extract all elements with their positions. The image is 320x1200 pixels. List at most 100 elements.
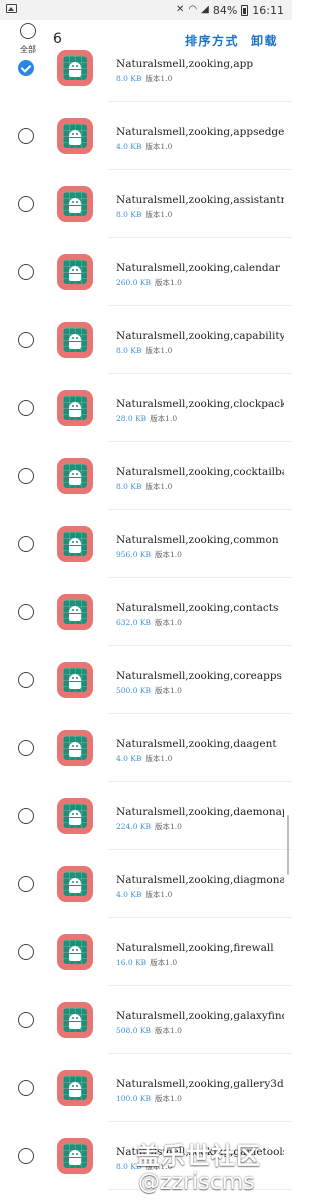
app-version: 版本1.0 — [154, 686, 182, 695]
checkbox[interactable] — [18, 808, 34, 824]
checkbox[interactable] — [18, 128, 34, 144]
app-name: Naturalsmell,zooking,cocktailbar... — [116, 466, 284, 478]
android-app-icon — [57, 866, 93, 902]
app-name: Naturalsmell,zooking,app — [116, 58, 254, 70]
app-version: 版本1.0 — [145, 142, 173, 151]
checkbox[interactable] — [18, 740, 34, 756]
checkbox[interactable] — [18, 944, 34, 960]
app-name: Naturalsmell,zooking,galaxyfinder — [116, 1010, 284, 1022]
app-meta: 8.0 KB 版本1.0 — [116, 73, 172, 84]
app-list-item[interactable]: Naturalsmell,zooking,capabilitym... 8.0 K… — [0, 306, 292, 374]
app-size: 260.0 KB — [116, 278, 151, 287]
app-list-item[interactable]: Naturalsmell,zooking,coreapps 500.0 KB 版本1… — [0, 646, 292, 714]
status-bar: ✕ ◠ ◢ 84% 16:11 — [0, 0, 292, 20]
app-list-item[interactable]: Naturalsmell,zooking,appsedge 4.0 KB 版本1.0 — [0, 102, 292, 170]
app-name: Naturalsmell,zooking,assistantme... — [116, 194, 284, 206]
mute-icon: ✕ — [176, 4, 185, 15]
app-version: 版本1.0 — [154, 550, 182, 559]
app-meta: 500.0 KB 版本1.0 — [116, 685, 182, 696]
android-app-icon — [57, 1070, 93, 1106]
app-version: 版本1.0 — [154, 618, 182, 627]
app-version: 版本1.0 — [145, 210, 173, 219]
app-size: 8.0 KB — [116, 210, 142, 219]
app-list-item[interactable]: Naturalsmell,zooking,common 956.0 KB 版本1.0 — [0, 510, 292, 578]
checkbox[interactable] — [18, 604, 34, 620]
app-meta: 8.0 KB 版本1.0 — [116, 345, 172, 356]
checkbox[interactable] — [18, 332, 34, 348]
android-app-icon — [57, 118, 93, 154]
app-version: 版本1.0 — [145, 754, 173, 763]
checkbox[interactable] — [18, 264, 34, 280]
app-size: 224.0 KB — [116, 822, 151, 831]
app-list-item[interactable]: Naturalsmell,zooking,app 8.0 KB 版本1.0 — [0, 34, 292, 102]
app-list-item[interactable]: Naturalsmell,zooking,calendar 260.0 KB 版本1… — [0, 238, 292, 306]
checkbox[interactable] — [18, 536, 34, 552]
app-name: Naturalsmell,zooking,gallery3d — [116, 1078, 284, 1090]
app-list-item[interactable]: Naturalsmell,zooking,cocktailbar... 8.0 K… — [0, 442, 292, 510]
android-app-icon — [57, 458, 93, 494]
app-name: Naturalsmell,zooking,contacts — [116, 602, 279, 614]
app-size: 4.0 KB — [116, 754, 142, 763]
app-size: 8.0 KB — [116, 482, 142, 491]
app-name: Naturalsmell,zooking,daagent — [116, 738, 277, 750]
app-size: 16.0 KB — [116, 958, 147, 967]
android-app-icon — [57, 50, 93, 86]
app-meta: 508.0 KB 版本1.0 — [116, 1025, 182, 1036]
status-bar-right: ✕ ◠ ◢ 84% 16:11 — [176, 2, 284, 18]
app-version: 版本1.0 — [154, 278, 182, 287]
android-app-icon — [57, 526, 93, 562]
app-list-item[interactable]: Naturalsmell,zooking,gallery3d 100.0 KB 版本… — [0, 1054, 292, 1122]
checkbox[interactable] — [18, 1080, 34, 1096]
app-list-item[interactable]: Naturalsmell,zooking,daemonapp 224.0 KB 版本… — [0, 782, 292, 850]
app-meta: 260.0 KB 版本1.0 — [116, 277, 182, 288]
app-list-item[interactable]: Naturalsmell,zooking,assistantme... 8.0 K… — [0, 170, 292, 238]
android-app-icon — [57, 1002, 93, 1038]
app-size: 4.0 KB — [116, 890, 142, 899]
app-size: 632.0 KB — [116, 618, 151, 627]
app-name: Naturalsmell,zooking,common — [116, 534, 279, 546]
app-size: 4.0 KB — [116, 142, 142, 151]
checkbox[interactable] — [18, 672, 34, 688]
checkbox[interactable] — [18, 400, 34, 416]
checkbox[interactable] — [18, 1148, 34, 1164]
app-list-item[interactable]: Naturalsmell,zooking,contacts 632.0 KB 版本1… — [0, 578, 292, 646]
checkbox-checked[interactable] — [18, 60, 34, 76]
app-size: 8.0 KB — [116, 74, 142, 83]
app-name: Naturalsmell,zooking,clockpackage — [116, 398, 284, 410]
app-list-item[interactable]: Naturalsmell,zooking,galaxyfinder 508.0 K… — [0, 986, 292, 1054]
app-version: 版本1.0 — [145, 346, 173, 355]
app-version: 版本1.0 — [154, 1094, 182, 1103]
android-app-icon — [57, 934, 93, 970]
app-list-item[interactable]: Naturalsmell,zooking,daagent 4.0 KB 版本1.0 — [0, 714, 292, 782]
checkbox[interactable] — [18, 468, 34, 484]
app-size: 500.0 KB — [116, 686, 151, 695]
clock: 16:11 — [252, 3, 284, 17]
app-version: 版本1.0 — [154, 822, 182, 831]
app-meta: 4.0 KB 版本1.0 — [116, 141, 172, 152]
app-list-item[interactable]: Naturalsmell,zooking,clockpackage 28.0 KB… — [0, 374, 292, 442]
app-size: 956.0 KB — [116, 550, 151, 559]
watermark-handle: @zzriscms — [138, 1170, 255, 1195]
checkbox[interactable] — [18, 196, 34, 212]
app-list-item[interactable]: Naturalsmell,zooking,firewall 16.0 KB 版本1.… — [0, 918, 292, 986]
app-name: Naturalsmell,zooking,capabilitym... — [116, 330, 284, 342]
app-name: Naturalsmell,zooking,daemonapp — [116, 806, 284, 818]
app-version: 版本1.0 — [154, 1026, 182, 1035]
app-name: Naturalsmell,zooking,coreapps — [116, 670, 282, 682]
watermark-title: 盖乐世社区 — [136, 1142, 261, 1170]
app-list-item[interactable]: Naturalsmell,zooking,diagmonag... 4.0 KB 版… — [0, 850, 292, 918]
app-name: Naturalsmell,zooking,firewall — [116, 942, 274, 954]
wifi-icon: ◠ — [188, 4, 198, 15]
android-app-icon — [57, 798, 93, 834]
app-version: 版本1.0 — [145, 482, 173, 491]
app-meta: 8.0 KB 版本1.0 — [116, 209, 172, 220]
app-name: Naturalsmell,zooking,diagmonag... — [116, 874, 284, 886]
checkbox[interactable] — [18, 1012, 34, 1028]
app-size: 508.0 KB — [116, 1026, 151, 1035]
app-meta: 632.0 KB 版本1.0 — [116, 617, 182, 628]
signal-icon: ◢ — [201, 4, 209, 15]
app-size: 100.0 KB — [116, 1094, 151, 1103]
checkbox[interactable] — [18, 876, 34, 892]
app-meta: 4.0 KB 版本1.0 — [116, 753, 172, 764]
scrollbar[interactable] — [287, 815, 289, 875]
